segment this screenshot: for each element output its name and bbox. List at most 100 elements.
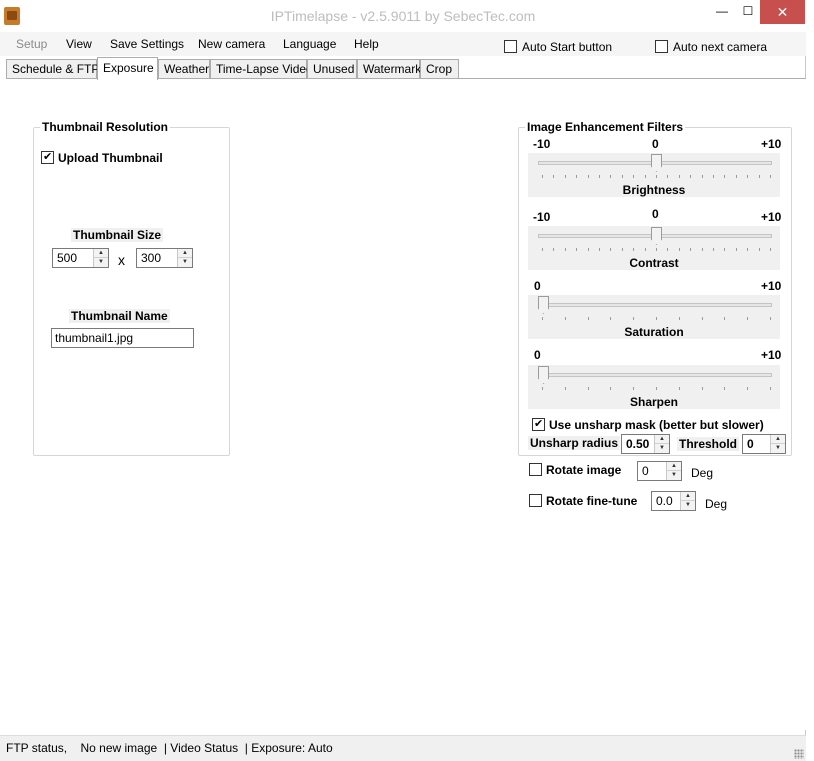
slider-tick <box>678 387 680 390</box>
title-bar[interactable]: IPTimelapse - v2.5.9011 by SebecTec.com … <box>0 0 806 32</box>
slider-tick <box>576 175 578 178</box>
thumbnail-width-stepper[interactable]: 500 ▲ ▼ <box>52 248 109 268</box>
unsharp-radius-label: Unsharp radius <box>528 436 621 450</box>
maximize-button[interactable]: ☐ <box>733 0 763 22</box>
chevron-up-icon[interactable]: ▲ <box>178 249 192 258</box>
thumbnail-width-value: 500 <box>57 251 78 265</box>
slider-tick <box>713 175 714 178</box>
chevron-up-icon[interactable]: ▲ <box>94 249 108 258</box>
slider-tick <box>564 387 566 390</box>
menu-view[interactable]: View <box>66 37 92 51</box>
slider-tick <box>747 248 749 251</box>
chevron-up-icon[interactable]: ▲ <box>771 435 785 444</box>
chevron-up-icon[interactable]: ▲ <box>655 435 669 444</box>
thumbnail-name-input[interactable]: thumbnail1.jpg <box>51 328 194 348</box>
rotate-fine-tune-checkbox-box[interactable] <box>529 494 542 507</box>
brightness-max-label: +10 <box>761 137 782 151</box>
slider-tick <box>701 387 703 390</box>
slider-tick <box>713 248 714 251</box>
upload-thumbnail-checkbox-box[interactable] <box>41 150 54 164</box>
slider-tick <box>656 387 657 390</box>
rotate-image-stepper[interactable]: 0 ▲ ▼ <box>637 461 682 481</box>
unsharp-mask-checkbox[interactable]: Use unsharp mask (better but slower) <box>532 417 764 432</box>
rotate-image-checkbox[interactable]: Rotate image <box>529 463 621 477</box>
slider-tick <box>690 248 692 251</box>
menu-setup[interactable]: Setup <box>16 37 47 51</box>
unsharp-radius-stepper[interactable]: 0.50 ▲ ▼ <box>621 434 670 454</box>
chevron-down-icon[interactable]: ▼ <box>667 471 681 480</box>
sharpen-slider[interactable]: Sharpen <box>528 365 780 409</box>
menu-new-camera[interactable]: New camera <box>198 37 265 51</box>
slider-tick <box>701 317 703 320</box>
contrast-slider[interactable]: Contrast <box>528 226 780 270</box>
slider-tick <box>564 317 566 320</box>
brightness-ticks <box>542 175 771 179</box>
tab-exposure[interactable]: Exposure <box>97 57 158 80</box>
contrast-thumb[interactable] <box>651 227 662 245</box>
slider-tick <box>587 387 589 390</box>
rotate-image-checkbox-box[interactable] <box>529 463 542 476</box>
chevron-up-icon[interactable]: ▲ <box>681 492 695 501</box>
rotate-image-unit: Deg <box>691 466 714 480</box>
menu-language[interactable]: Language <box>283 37 336 51</box>
slider-tick <box>633 248 635 251</box>
auto-start-checkbox[interactable]: Auto Start button <box>504 39 612 57</box>
threshold-value: 0 <box>747 437 754 451</box>
slider-tick <box>758 175 760 178</box>
slider-tick <box>542 175 543 178</box>
brightness-slider[interactable]: Brightness <box>528 153 780 197</box>
tab-schedule-ftp[interactable]: Schedule & FTP <box>6 59 99 79</box>
chevron-down-icon[interactable]: ▼ <box>94 258 108 267</box>
menu-help[interactable]: Help <box>354 37 379 51</box>
tab-watermark[interactable]: Watermark <box>357 59 421 79</box>
slider-tick <box>633 317 635 320</box>
rotate-fine-tune-checkbox[interactable]: Rotate fine-tune <box>529 494 637 508</box>
threshold-label: Threshold <box>677 437 740 451</box>
brightness-min-label: -10 <box>533 137 551 151</box>
slider-tick <box>735 175 737 178</box>
saturation-label: Saturation <box>624 325 684 339</box>
rotate-fine-tune-stepper[interactable]: 0.0 ▲ ▼ <box>651 491 696 511</box>
rotate-fine-tune-value: 0.0 <box>656 494 673 508</box>
upload-thumbnail-checkbox[interactable]: Upload Thumbnail <box>41 150 163 165</box>
thumbnail-resolution-group: Thumbnail Resolution <box>33 120 230 456</box>
auto-start-checkbox-box[interactable] <box>504 40 517 53</box>
sharpen-thumb[interactable] <box>538 366 549 384</box>
slider-tick <box>564 175 566 178</box>
tab-time-lapse-video[interactable]: Time-Lapse Video <box>210 59 313 79</box>
slider-tick <box>747 317 749 320</box>
saturation-ticks <box>542 317 771 321</box>
auto-next-camera-checkbox[interactable]: Auto next camera <box>655 39 767 57</box>
contrast-max-label: +10 <box>761 210 782 224</box>
unsharp-mask-checkbox-box[interactable] <box>532 417 545 431</box>
chevron-down-icon[interactable]: ▼ <box>681 501 695 510</box>
saturation-min-label: 0 <box>534 279 541 293</box>
close-button[interactable]: ✕ <box>760 0 805 24</box>
slider-tick <box>610 317 612 320</box>
slider-tick <box>587 175 589 178</box>
thumbnail-height-stepper[interactable]: 300 ▲ ▼ <box>136 248 193 268</box>
slider-tick <box>633 387 635 390</box>
slider-tick <box>690 175 692 178</box>
slider-tick <box>610 248 612 251</box>
resize-grip-icon[interactable] <box>794 749 804 759</box>
chevron-down-icon[interactable]: ▼ <box>178 258 192 267</box>
brightness-thumb[interactable] <box>651 154 662 172</box>
slider-tick <box>758 248 760 251</box>
threshold-stepper[interactable]: 0 ▲ ▼ <box>742 434 786 454</box>
app-window: IPTimelapse - v2.5.9011 by SebecTec.com … <box>0 0 806 761</box>
saturation-thumb[interactable] <box>538 296 549 314</box>
tab-weather[interactable]: Weather <box>158 59 210 79</box>
slider-tick <box>770 248 771 251</box>
chevron-up-icon[interactable]: ▲ <box>667 462 681 471</box>
chevron-down-icon[interactable]: ▼ <box>655 444 669 453</box>
saturation-track <box>538 303 772 307</box>
tab-unused[interactable]: Unused <box>307 59 357 79</box>
tab-crop[interactable]: Crop <box>420 59 459 79</box>
saturation-slider[interactable]: Saturation <box>528 295 780 339</box>
menu-save-settings[interactable]: Save Settings <box>110 37 184 51</box>
chevron-down-icon[interactable]: ▼ <box>771 444 785 453</box>
status-bar: FTP status, No new image | Video Status … <box>0 735 806 761</box>
slider-tick <box>553 248 555 251</box>
auto-next-checkbox-box[interactable] <box>655 40 668 53</box>
